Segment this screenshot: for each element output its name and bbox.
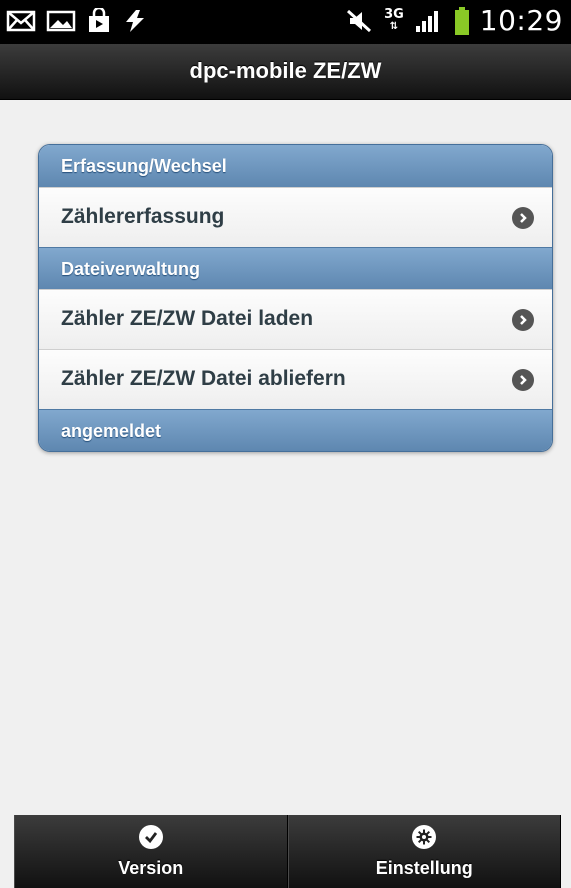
page-title: dpc-mobile ZE/ZW <box>189 58 382 83</box>
menu-item-label: Zählererfassung <box>61 205 225 228</box>
divider-erfassung: Erfassung/Wechsel <box>39 145 552 187</box>
clock: 10:29 <box>479 4 563 37</box>
menu-item-zaehlererfassung[interactable]: Zählererfassung <box>39 187 552 247</box>
main-menu-list: Erfassung/Wechsel Zählererfassung Dateiv… <box>38 144 553 452</box>
status-bar: 3G ⇅ 10:29 <box>0 0 571 44</box>
app-header: dpc-mobile ZE/ZW <box>0 44 571 100</box>
check-icon <box>138 825 163 849</box>
system-icons: 3G ⇅ 10:29 <box>346 4 563 37</box>
notification-icons <box>6 8 148 34</box>
menu-item-datei-laden[interactable]: Zähler ZE/ZW Datei laden <box>39 289 552 349</box>
version-button[interactable]: Version <box>14 815 288 888</box>
version-label: Version <box>118 858 184 878</box>
battery-icon <box>454 6 470 36</box>
signal-icon <box>414 8 444 34</box>
shopping-bag-icon <box>86 8 112 34</box>
chevron-right-icon <box>512 309 534 331</box>
footer-navbar: Version Einstellung <box>14 815 561 888</box>
image-icon <box>46 9 76 33</box>
gear-icon <box>412 825 437 849</box>
chevron-right-icon <box>512 369 534 391</box>
usb-debug-icon <box>122 8 148 34</box>
divider-angemeldet: angemeldet <box>39 409 552 451</box>
menu-item-datei-abliefern[interactable]: Zähler ZE/ZW Datei abliefern <box>39 349 552 409</box>
network-type-indicator: 3G ⇅ <box>384 6 404 32</box>
chevron-right-icon <box>512 207 534 229</box>
mute-icon <box>346 8 374 34</box>
settings-label: Einstellung <box>375 858 473 878</box>
menu-item-label: Zähler ZE/ZW Datei laden <box>61 307 314 330</box>
divider-dateiverwaltung: Dateiverwaltung <box>39 247 552 289</box>
menu-item-label: Zähler ZE/ZW Datei abliefern <box>61 367 346 390</box>
email-icon <box>6 9 36 33</box>
settings-button[interactable]: Einstellung <box>287 815 561 888</box>
